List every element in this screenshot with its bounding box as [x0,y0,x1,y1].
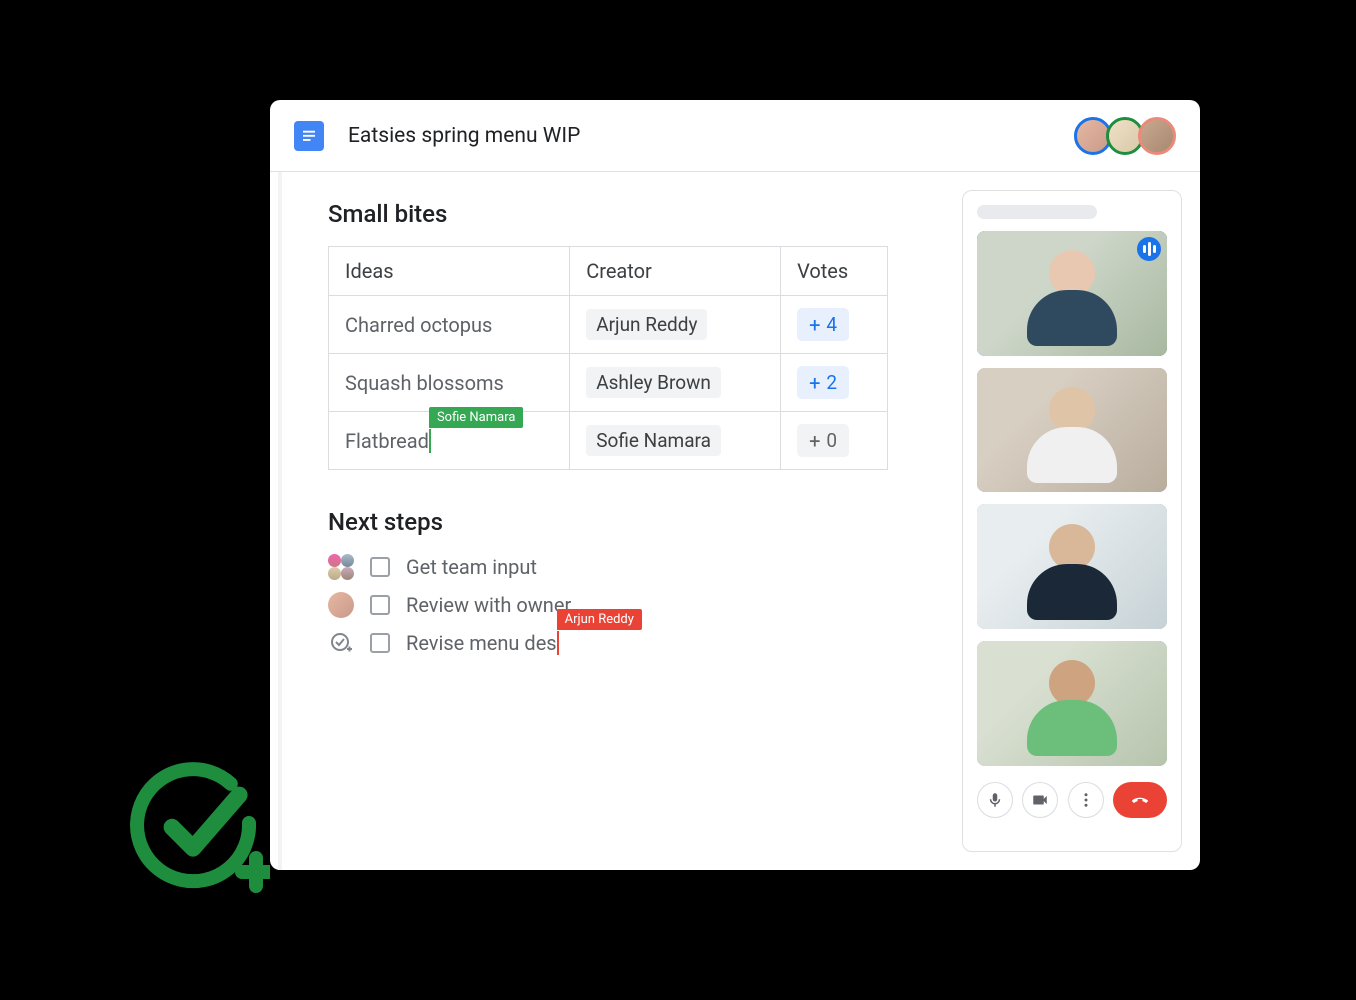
vote-chip[interactable]: +2 [797,366,849,399]
vote-chip[interactable]: +4 [797,308,849,341]
plus-icon: + [809,315,820,335]
body: Small bites Ideas Creator Votes Charred … [270,172,1200,870]
person-avatar-icon [328,592,354,618]
creator-chip[interactable]: Ashley Brown [586,367,721,398]
idea-cell[interactable]: Charred octopus [329,296,570,354]
table-row: Flatbread Sofie Namara Sofie Namara +0 [329,412,888,470]
collab-cursor-label: Sofie Namara [429,407,524,428]
people-icon [328,554,354,580]
table-row: Squash blossoms Ashley Brown +2 [329,354,888,412]
next-step-row: Revise menu des Arjun Reddy [328,630,922,656]
checkbox[interactable] [370,595,390,615]
avatar[interactable] [1138,117,1176,155]
task-add-icon [328,630,354,656]
meet-title-placeholder [977,205,1097,219]
meet-controls [977,782,1167,818]
header: Eatsies spring menu WIP [270,100,1200,172]
ideas-table: Ideas Creator Votes Charred octopus Arju… [328,246,888,470]
document-title[interactable]: Eatsies spring menu WIP [348,124,580,148]
plus-icon: + [809,431,820,451]
idea-cell[interactable]: Squash blossoms [329,354,570,412]
votes-cell[interactable]: +0 [781,412,888,470]
col-header-ideas: Ideas [329,247,570,296]
speaking-indicator-icon [1137,237,1161,261]
video-tile[interactable] [977,231,1167,356]
creator-chip[interactable]: Sofie Namara [586,425,721,456]
votes-cell[interactable]: +4 [781,296,888,354]
creator-cell[interactable]: Ashley Brown [570,354,781,412]
mic-button[interactable] [977,782,1013,818]
col-header-votes: Votes [781,247,888,296]
check-plus-icon [130,760,270,900]
video-tile[interactable] [977,368,1167,493]
checkbox[interactable] [370,633,390,653]
next-step-text[interactable]: Revise menu des Arjun Reddy [406,631,557,655]
collab-cursor [557,631,559,655]
creator-chip[interactable]: Arjun Reddy [586,309,707,340]
creator-cell[interactable]: Sofie Namara [570,412,781,470]
plus-icon: + [809,373,820,393]
document-area[interactable]: Small bites Ideas Creator Votes Charred … [278,172,962,870]
vote-chip[interactable]: +0 [797,424,849,457]
more-options-button[interactable] [1068,782,1104,818]
creator-cell[interactable]: Arjun Reddy [570,296,781,354]
next-step-text[interactable]: Review with owner [406,593,571,617]
next-step-row: Get team input [328,554,922,580]
table-row: Charred octopus Arjun Reddy +4 [329,296,888,354]
docs-window: Eatsies spring menu WIP Small bites Idea… [270,100,1200,870]
section-heading-small-bites: Small bites [328,200,922,228]
hangup-button[interactable] [1113,782,1167,818]
col-header-creator: Creator [570,247,781,296]
docs-app-icon [294,121,324,151]
idea-cell[interactable]: Flatbread Sofie Namara [329,412,570,470]
section-heading-next-steps: Next steps [328,508,922,536]
next-step-text[interactable]: Get team input [406,555,537,579]
meet-side-panel [962,190,1182,852]
votes-cell[interactable]: +2 [781,354,888,412]
camera-button[interactable] [1022,782,1058,818]
collab-cursor-label: Arjun Reddy [557,609,642,630]
video-tile[interactable] [977,641,1167,766]
collab-cursor [429,429,431,453]
video-tile[interactable] [977,504,1167,629]
checkbox[interactable] [370,557,390,577]
collaborator-avatars [1080,117,1176,155]
